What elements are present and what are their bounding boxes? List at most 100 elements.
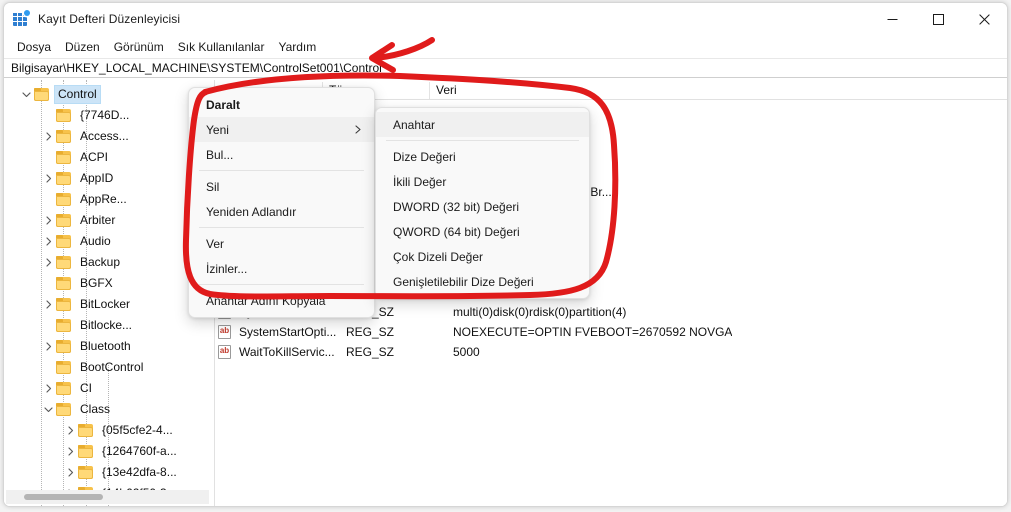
- tree-item-label: {13e42dfa-8...: [102, 465, 177, 479]
- context-submenu-yeni[interactable]: Anahtar Dize Değeri İkili Değer DWORD (32 b…: [375, 107, 590, 299]
- tree-item-label: AppID: [80, 171, 114, 185]
- registry-tree[interactable]: Control {7746D... Access... ACPI AppID AppRe.…: [4, 84, 214, 506]
- menu-separator: [386, 140, 579, 141]
- cell-data: multi(0)disk(0)rdisk(0)partition(4): [453, 305, 627, 319]
- ctx-anahtar-adini-kopyala[interactable]: Anahtar Adını Kopyala: [189, 288, 374, 313]
- ctx-izinler[interactable]: İzinler...: [189, 256, 374, 281]
- window-controls: [869, 3, 1007, 35]
- menu-item-label: Dize Değeri: [393, 149, 456, 164]
- chevron-right-icon[interactable]: [62, 441, 78, 462]
- column-veri[interactable]: Veri: [429, 82, 829, 99]
- chevron-right-icon[interactable]: [40, 210, 56, 231]
- tree-scrollbar-thumb[interactable]: [24, 494, 103, 500]
- tree-item[interactable]: CI: [4, 378, 214, 399]
- folder-icon: [78, 424, 94, 437]
- menu-sik-kullanilanlar[interactable]: Sık Kullanılanlar: [171, 38, 272, 56]
- menu-item-label: Daralt: [206, 97, 241, 112]
- tree-item[interactable]: Control: [4, 84, 214, 105]
- tree-item[interactable]: Backup: [4, 252, 214, 273]
- menu-item-label: Yeni: [206, 122, 229, 137]
- tree-item[interactable]: Class: [4, 399, 214, 420]
- address-path-text: Bilgisayar\HKEY_LOCAL_MACHINE\SYSTEM\Con…: [11, 61, 382, 75]
- tree-item[interactable]: AppRe...: [4, 189, 214, 210]
- chevron-right-icon[interactable]: [40, 126, 56, 147]
- address-bar[interactable]: Bilgisayar\HKEY_LOCAL_MACHINE\SYSTEM\Con…: [4, 58, 1007, 78]
- tree-item[interactable]: Bitlocke...: [4, 315, 214, 336]
- cell-type: REG_SZ: [346, 345, 395, 359]
- sub-ikili-deger[interactable]: İkili Değer: [376, 169, 589, 194]
- tree-item[interactable]: BitLocker: [4, 294, 214, 315]
- folder-icon: [56, 193, 72, 206]
- folder-icon: [56, 172, 72, 185]
- folder-icon: [56, 130, 72, 143]
- menu-item-label: Bul...: [206, 147, 234, 162]
- chevron-placeholder: [40, 105, 56, 126]
- menu-gorunum[interactable]: Görünüm: [107, 38, 171, 56]
- maximize-button[interactable]: [915, 3, 961, 35]
- tree-horizontal-scrollbar[interactable]: [6, 490, 209, 504]
- sub-anahtar[interactable]: Anahtar: [376, 112, 589, 137]
- tree-item[interactable]: {1264760f-a...: [4, 441, 214, 462]
- sub-dword-32[interactable]: DWORD (32 bit) Değeri: [376, 194, 589, 219]
- chevron-right-icon[interactable]: [40, 231, 56, 252]
- tree-item-label: CI: [80, 381, 92, 395]
- tree-item[interactable]: {1ed2bbf9-...: [4, 504, 214, 506]
- menu-dosya[interactable]: Dosya: [10, 38, 58, 56]
- tree-item[interactable]: Access...: [4, 126, 214, 147]
- tree-item[interactable]: Bluetooth: [4, 336, 214, 357]
- minimize-button[interactable]: [869, 3, 915, 35]
- chevron-right-icon[interactable]: [40, 378, 56, 399]
- menu-separator: [199, 227, 364, 228]
- tree-item[interactable]: BootControl: [4, 357, 214, 378]
- title-bar: Kayıt Defteri Düzenleyicisi: [4, 3, 1007, 35]
- close-button[interactable]: [961, 3, 1007, 35]
- menu-item-label: Anahtar Adını Kopyala: [206, 293, 326, 308]
- folder-icon: [56, 214, 72, 227]
- chevron-right-icon[interactable]: [40, 252, 56, 273]
- tree-item[interactable]: {7746D...: [4, 105, 214, 126]
- chevron-right-icon[interactable]: [40, 168, 56, 189]
- tree-item[interactable]: AppID: [4, 168, 214, 189]
- ctx-ver[interactable]: Ver: [189, 231, 374, 256]
- menu-item-label: Anahtar: [393, 117, 436, 132]
- chevron-placeholder: [40, 357, 56, 378]
- ctx-daralt[interactable]: Daralt: [189, 92, 374, 117]
- ctx-yeni[interactable]: Yeni: [189, 117, 374, 142]
- menu-item-label: Sil: [206, 179, 220, 194]
- sub-dize-degeri[interactable]: Dize Değeri: [376, 144, 589, 169]
- ctx-bul[interactable]: Bul...: [189, 142, 374, 167]
- string-value-icon: ab: [218, 325, 231, 339]
- sub-qword-64[interactable]: QWORD (64 bit) Değeri: [376, 219, 589, 244]
- folder-icon: [56, 109, 72, 122]
- tree-item[interactable]: Audio: [4, 231, 214, 252]
- tree-item[interactable]: {05f5cfe2-4...: [4, 420, 214, 441]
- chevron-right-icon[interactable]: [62, 504, 78, 506]
- cell-data: 5000: [453, 345, 480, 359]
- menu-yardim[interactable]: Yardım: [271, 38, 323, 56]
- chevron-down-icon[interactable]: [18, 84, 34, 105]
- tree-item-label: {7746D...: [80, 108, 130, 122]
- tree-item-label: Arbiter: [80, 213, 116, 227]
- tree-item[interactable]: Arbiter: [4, 210, 214, 231]
- chevron-down-icon[interactable]: [40, 399, 56, 420]
- table-row[interactable]: ab WaitToKillServic... REG_SZ 5000: [215, 342, 1007, 362]
- menu-duzen[interactable]: Düzen: [58, 38, 107, 56]
- sub-cok-dizeli[interactable]: Çok Dizeli Değer: [376, 244, 589, 269]
- ctx-yeniden-adlandir[interactable]: Yeniden Adlandır: [189, 199, 374, 224]
- cell-data: NOEXECUTE=OPTIN FVEBOOT=2670592 NOVGA: [453, 325, 733, 339]
- chevron-right-icon[interactable]: [62, 462, 78, 483]
- sub-genisletilebilir[interactable]: Genişletilebilir Dize Değeri: [376, 269, 589, 294]
- registry-tree-pane[interactable]: Control {7746D... Access... ACPI AppID AppRe.…: [4, 80, 215, 506]
- tree-item[interactable]: {13e42dfa-8...: [4, 462, 214, 483]
- folder-icon: [56, 340, 72, 353]
- tree-item[interactable]: BGFX: [4, 273, 214, 294]
- table-row[interactable]: ab SystemStartOpti... REG_SZ NOEXECUTE=OPT…: [215, 322, 1007, 342]
- chevron-right-icon[interactable]: [62, 420, 78, 441]
- menu-item-label: İzinler...: [206, 261, 248, 276]
- chevron-right-icon[interactable]: [40, 336, 56, 357]
- tree-item[interactable]: ACPI: [4, 147, 214, 168]
- cell-name: SystemStartOpti...: [239, 325, 337, 339]
- ctx-sil[interactable]: Sil: [189, 174, 374, 199]
- chevron-right-icon[interactable]: [40, 294, 56, 315]
- context-menu[interactable]: Daralt Yeni Bul... Sil Yeniden Adlandır Ver İz…: [188, 87, 375, 318]
